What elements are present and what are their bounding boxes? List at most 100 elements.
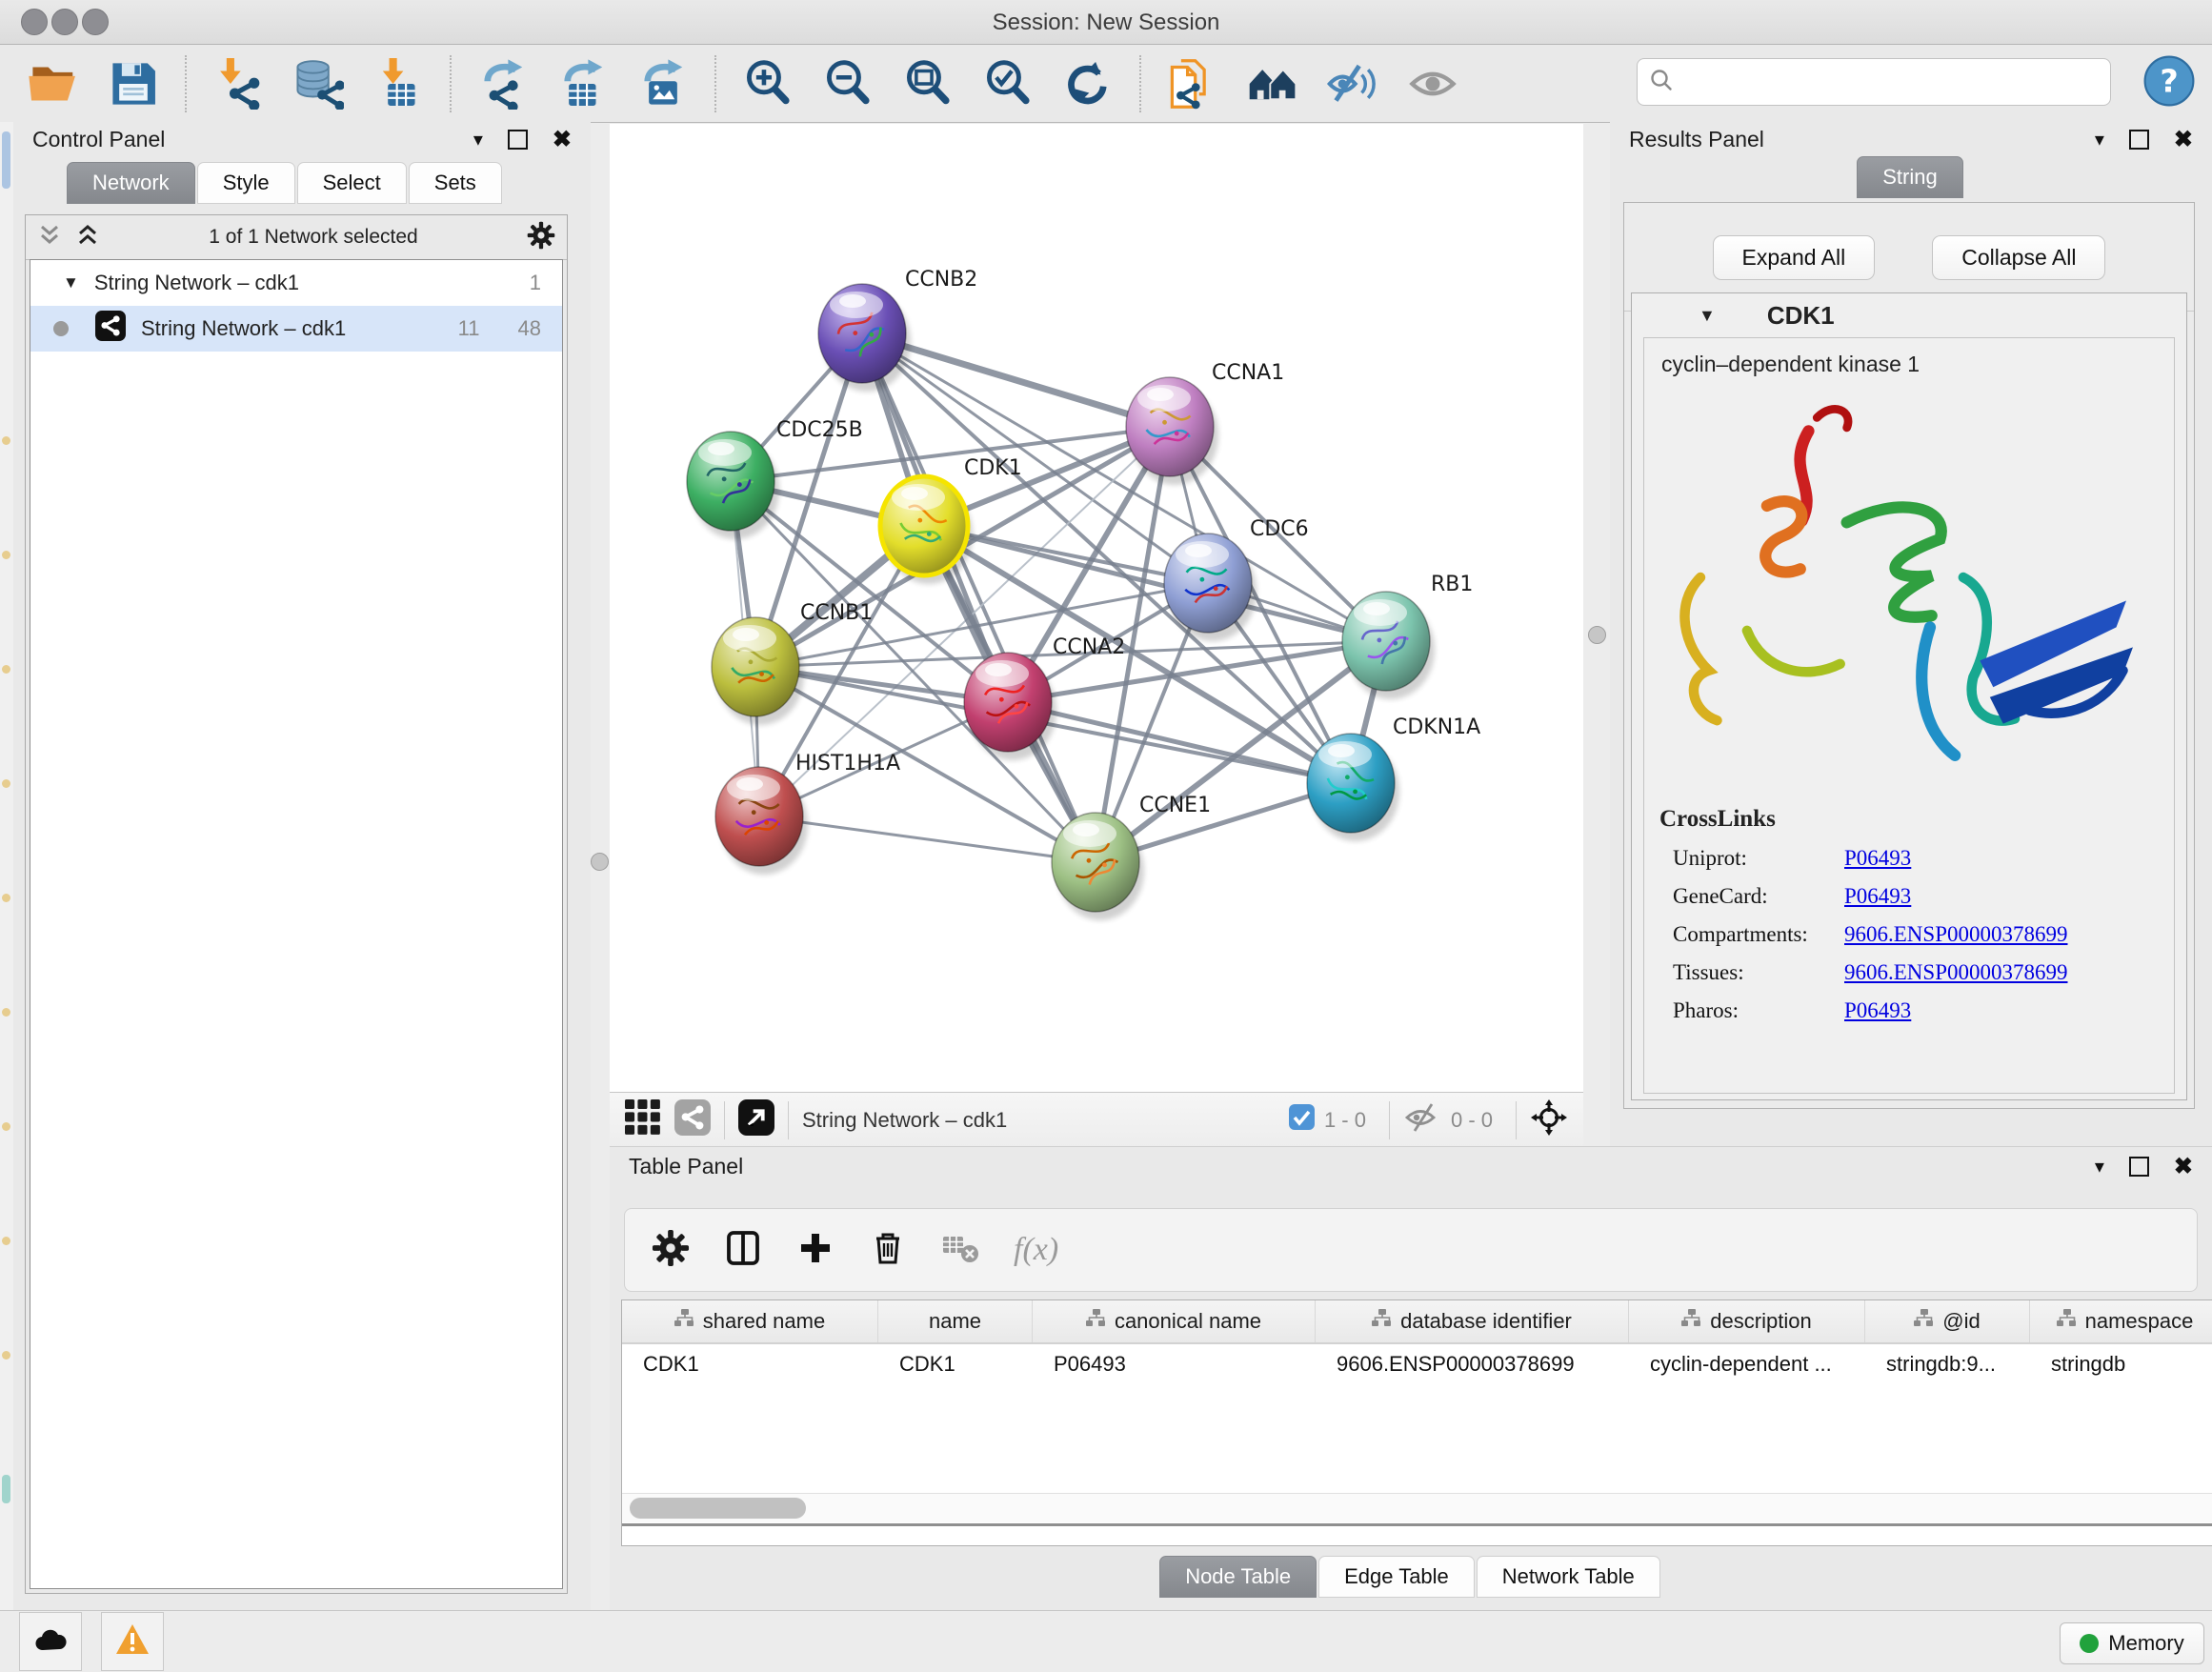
search-box[interactable] [1637, 58, 2111, 106]
eye-icon[interactable] [1405, 56, 1460, 111]
node-RB1[interactable] [1342, 592, 1435, 699]
crosslink-link[interactable]: P06493 [1844, 884, 1911, 909]
collection-disclosure-icon[interactable]: ▼ [63, 273, 79, 292]
results-panel-collapse-icon[interactable]: ▾ [2095, 128, 2104, 151]
column-header--id[interactable]: @id [1865, 1300, 2030, 1342]
table-cell[interactable]: stringdb [2030, 1344, 2212, 1384]
expand-all-networks-icon[interactable] [75, 223, 100, 252]
table-cell[interactable]: cyclin-dependent ... [1629, 1344, 1865, 1384]
edge-HIST1H1A-CCNE1[interactable] [759, 816, 1096, 862]
crosslink-link[interactable]: 9606.ENSP00000378699 [1844, 960, 2068, 985]
zoom-out-icon[interactable] [820, 56, 875, 111]
tab-sets[interactable]: Sets [409, 162, 502, 204]
node-CDKN1A[interactable] [1307, 734, 1399, 841]
tab-style[interactable]: Style [197, 162, 295, 204]
save-floppy-icon[interactable] [106, 56, 161, 111]
birdseye-crosshair-icon[interactable] [1530, 1098, 1568, 1142]
table-cell[interactable]: CDK1 [878, 1344, 1033, 1384]
tab-select[interactable]: Select [297, 162, 407, 204]
crosslink-link[interactable]: P06493 [1844, 998, 1911, 1023]
zoom-fit-icon[interactable] [900, 56, 955, 111]
column-header-database-identifier[interactable]: database identifier [1316, 1300, 1629, 1342]
memory-button[interactable]: Memory [2060, 1622, 2204, 1664]
control-panel: Control Panel ▾ ✖ NetworkStyleSelectSets… [13, 122, 591, 1610]
collection-count: 1 [530, 271, 541, 295]
warnings-button[interactable] [101, 1612, 164, 1671]
table-panel-close-icon[interactable]: ✖ [2174, 1153, 2193, 1180]
export-image-icon[interactable] [635, 56, 691, 111]
tab-string[interactable]: String [1857, 156, 1962, 198]
statusbar: Memory [0, 1610, 2212, 1672]
tab-node-table[interactable]: Node Table [1159, 1556, 1317, 1598]
gene-section: ▼ CDK1 cyclin–dependent kinase 1 [1631, 292, 2187, 1100]
edge-CCNB2-CCNE1[interactable] [862, 333, 1096, 862]
grid-view-icon[interactable] [625, 1099, 661, 1141]
table-cell[interactable]: P06493 [1033, 1344, 1316, 1384]
hidden-eye-icon[interactable] [1403, 1101, 1441, 1139]
show-columns-icon[interactable] [724, 1229, 762, 1272]
houses-icon[interactable] [1245, 56, 1300, 111]
import-network-icon[interactable] [211, 56, 266, 111]
node-table[interactable]: shared namenamecanonical namedatabase id… [621, 1299, 2212, 1546]
collapse-all-networks-icon[interactable] [37, 223, 62, 252]
crosslink-link[interactable]: P06493 [1844, 846, 1911, 871]
eye-slash-waves-icon[interactable] [1325, 56, 1380, 111]
network-row[interactable]: String Network – cdk1 11 48 [30, 306, 562, 352]
export-table-icon[interactable] [555, 56, 611, 111]
document-network-icon[interactable] [1165, 56, 1220, 111]
control-panel-float-icon[interactable] [508, 130, 528, 150]
network-options-gear-icon[interactable] [527, 221, 555, 254]
table-panel-collapse-icon[interactable]: ▾ [2095, 1155, 2104, 1178]
help-button[interactable]: ? [2142, 53, 2197, 113]
automation-button[interactable] [19, 1612, 82, 1671]
column-header-canonical-name[interactable]: canonical name [1033, 1300, 1316, 1342]
open-folder-icon[interactable] [26, 56, 81, 111]
right-splitter-handle[interactable] [1588, 626, 1606, 644]
node-CCNA1[interactable] [1126, 377, 1218, 485]
import-database-icon[interactable] [291, 56, 346, 111]
table-settings-gear-icon[interactable] [652, 1229, 690, 1272]
table-row[interactable]: CDK1CDK1P064939606.ENSP00000378699cyclin… [622, 1344, 2212, 1384]
selected-checkbox-icon[interactable] [1289, 1104, 1315, 1136]
export-network-icon[interactable] [475, 56, 531, 111]
node-CCNE1[interactable] [1052, 813, 1144, 920]
table-cell[interactable]: CDK1 [622, 1344, 878, 1384]
node-CDK1[interactable] [880, 476, 973, 584]
node-CCNA2[interactable] [964, 653, 1056, 760]
tab-network[interactable]: Network [67, 162, 195, 204]
control-panel-close-icon[interactable]: ✖ [553, 126, 572, 153]
expand-all-button[interactable]: Expand All [1713, 235, 1876, 280]
zoom-in-icon[interactable] [740, 56, 795, 111]
tab-edge-table[interactable]: Edge Table [1318, 1556, 1475, 1598]
search-input[interactable] [1681, 69, 2110, 95]
column-header-name[interactable]: name [878, 1300, 1033, 1342]
table-horizontal-scrollbar[interactable] [622, 1493, 2212, 1522]
delete-column-icon[interactable] [869, 1229, 907, 1272]
column-header-shared-name[interactable]: shared name [622, 1300, 878, 1342]
tab-network-table[interactable]: Network Table [1477, 1556, 1660, 1598]
table-cell[interactable]: stringdb:9... [1865, 1344, 2030, 1384]
node-CDC25B[interactable] [687, 432, 779, 539]
left-splitter-handle[interactable] [591, 853, 609, 871]
add-column-icon[interactable] [796, 1229, 835, 1272]
table-panel-float-icon[interactable] [2129, 1157, 2149, 1177]
refresh-icon[interactable] [1060, 56, 1116, 111]
column-header-description[interactable]: description [1629, 1300, 1865, 1342]
scrollbar-thumb[interactable] [630, 1498, 806, 1519]
detach-view-icon[interactable] [738, 1099, 774, 1141]
network-graph[interactable]: CCNB2 CCNA1 CDC25B CDK1 CDC6 [610, 124, 1583, 1092]
gene-disclosure-icon[interactable]: ▼ [1699, 306, 1716, 326]
control-panel-collapse-icon[interactable]: ▾ [473, 128, 483, 151]
import-table-icon[interactable] [371, 56, 426, 111]
network-collection-row[interactable]: ▼ String Network – cdk1 1 [30, 260, 562, 306]
column-header-namespace[interactable]: namespace [2030, 1300, 2212, 1342]
table-cell[interactable]: 9606.ENSP00000378699 [1316, 1344, 1629, 1384]
node-CCNB2[interactable] [818, 284, 911, 392]
network-overview-icon[interactable] [674, 1099, 711, 1141]
zoom-selected-icon[interactable] [980, 56, 1036, 111]
results-panel-close-icon[interactable]: ✖ [2174, 126, 2193, 153]
collapse-all-button[interactable]: Collapse All [1932, 235, 2105, 280]
results-panel-float-icon[interactable] [2129, 130, 2149, 150]
network-canvas[interactable]: CCNB2 CCNA1 CDC25B CDK1 CDC6 [610, 124, 1583, 1092]
crosslink-link[interactable]: 9606.ENSP00000378699 [1844, 922, 2068, 947]
